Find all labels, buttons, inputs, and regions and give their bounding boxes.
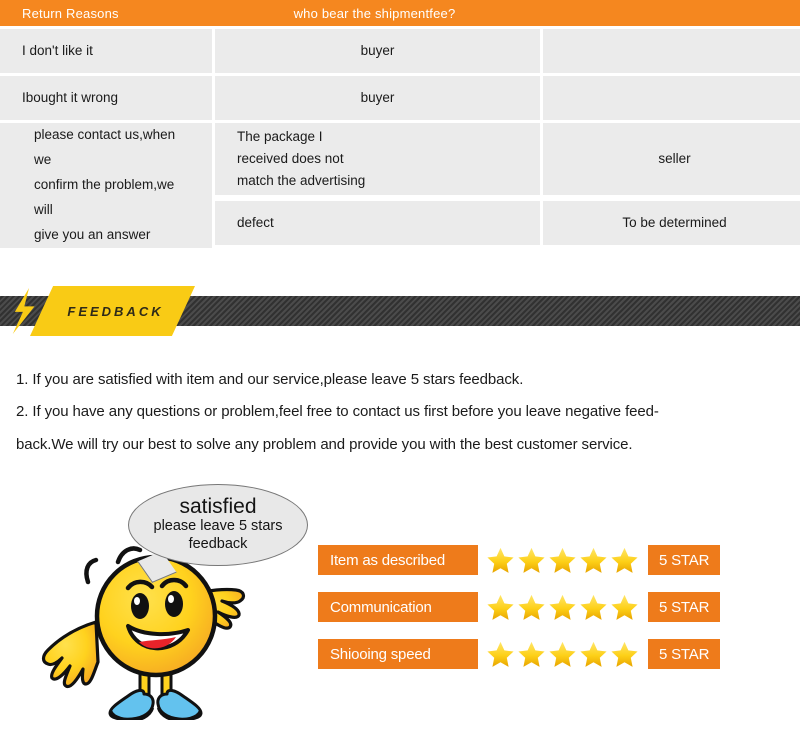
cell-reason-2: Ibought it wrong: [22, 90, 119, 106]
cell-fee-4: To be determined: [622, 214, 727, 230]
feedback-banner: FEEDBACK: [0, 286, 800, 336]
cell-reason-4: defect: [237, 214, 274, 230]
cell-reason-1: I don't like it: [22, 43, 93, 59]
star-icon: [549, 547, 576, 573]
star-rating-group: [486, 640, 641, 669]
star-icon: [580, 547, 607, 573]
cell-fee-3-wrap: seller: [543, 123, 800, 195]
table-body: I don't like it buyer Ibought it wrong b…: [0, 26, 800, 248]
star-icon: [580, 594, 607, 620]
table-header-row: Return Reasons who bear the shipmentfee?: [0, 0, 800, 26]
star-icon: [487, 547, 514, 573]
rating-label: Shiooing speed: [318, 639, 478, 669]
star-rating-group: [486, 546, 641, 575]
feedback-instructions: 1. If you are satisfied with item and ou…: [16, 368, 788, 465]
speech-bubble: satisfied please leave 5 stars feedback: [128, 484, 308, 566]
cell-reason-3-line-1: The package I: [237, 129, 323, 145]
star-icon: [518, 547, 545, 573]
table-header-return-reasons: Return Reasons: [22, 5, 119, 21]
cell-fee-2-wrap: buyer: [215, 76, 540, 120]
star-icon: [518, 594, 545, 620]
star-icon: [487, 641, 514, 667]
cell-note-merged: please contact us,when we confirm the pr…: [0, 123, 212, 248]
cell-fee-1: buyer: [360, 43, 395, 59]
promo-page: Return Reasons who bear the shipmentfee?…: [0, 0, 800, 750]
table-row: The package I received does not match th…: [215, 123, 540, 195]
rating-row-item-as-described: Item as described 5 STAR: [318, 545, 738, 575]
rating-badge: 5 STAR: [648, 639, 721, 669]
rating-badge: 5 STAR: [648, 545, 721, 575]
instruction-line-3: back.We will try our best to solve any p…: [16, 435, 633, 453]
bubble-line-3: feedback: [188, 536, 248, 553]
instruction-line-1: 1. If you are satisfied with item and ou…: [16, 371, 524, 388]
instruction-line-2: 2. If you have any questions or problem,…: [16, 403, 659, 421]
table-row: defect: [215, 200, 540, 245]
note-line-1: please contact us,when we: [34, 127, 176, 167]
star-icon: [518, 641, 545, 667]
feedback-tag: FEEDBACK: [30, 286, 195, 336]
star-icon: [487, 594, 514, 620]
cell-fee-2: buyer: [360, 90, 395, 106]
rating-badge: 5 STAR: [648, 592, 721, 622]
note-line-2: confirm the problem,we will: [34, 176, 175, 217]
table-row: Ibought it wrong: [0, 76, 212, 120]
note-line-3: give you an answer: [34, 226, 151, 242]
rating-row-shipping-speed: Shiooing speed 5 STAR: [318, 639, 738, 669]
rating-label: Communication: [318, 592, 478, 622]
table-header-shipment-fee: who bear the shipmentfee?: [293, 5, 456, 21]
rating-label: Item as described: [318, 545, 478, 575]
cell-reason-3-line-2: received does not: [237, 151, 344, 167]
star-icon: [549, 594, 576, 620]
cell-reason-3: The package I received does not match th…: [237, 126, 365, 192]
star-icon: [580, 641, 607, 667]
cell-fee-4-wrap: To be determined: [543, 200, 800, 245]
bubble-line-2: please leave 5 stars: [153, 518, 283, 535]
feedback-tag-label: FEEDBACK: [67, 303, 164, 319]
cell-fee-3: seller: [658, 151, 691, 167]
cell-reason-3-line-3: match the advertising: [237, 172, 366, 188]
rating-row-communication: Communication 5 STAR: [318, 592, 738, 622]
table-row: I don't like it: [0, 29, 212, 73]
star-icon: [549, 641, 576, 667]
star-icon: [611, 641, 638, 667]
bubble-line-1: satisfied: [179, 495, 257, 519]
star-icon: [611, 547, 638, 573]
cell-note-2: [543, 76, 800, 120]
return-reasons-table: Return Reasons who bear the shipmentfee?…: [0, 0, 800, 248]
cell-note-1: [543, 29, 800, 73]
smiley-mascot-group: satisfied please leave 5 stars feedback: [40, 470, 330, 720]
star-icon: [611, 594, 638, 620]
note-text: please contact us,when we confirm the pr…: [34, 123, 190, 248]
star-rating-group: [486, 593, 641, 622]
cell-fee-1-wrap: buyer: [215, 29, 540, 73]
rating-rows: Item as described 5 STAR Communication 5…: [318, 545, 738, 686]
